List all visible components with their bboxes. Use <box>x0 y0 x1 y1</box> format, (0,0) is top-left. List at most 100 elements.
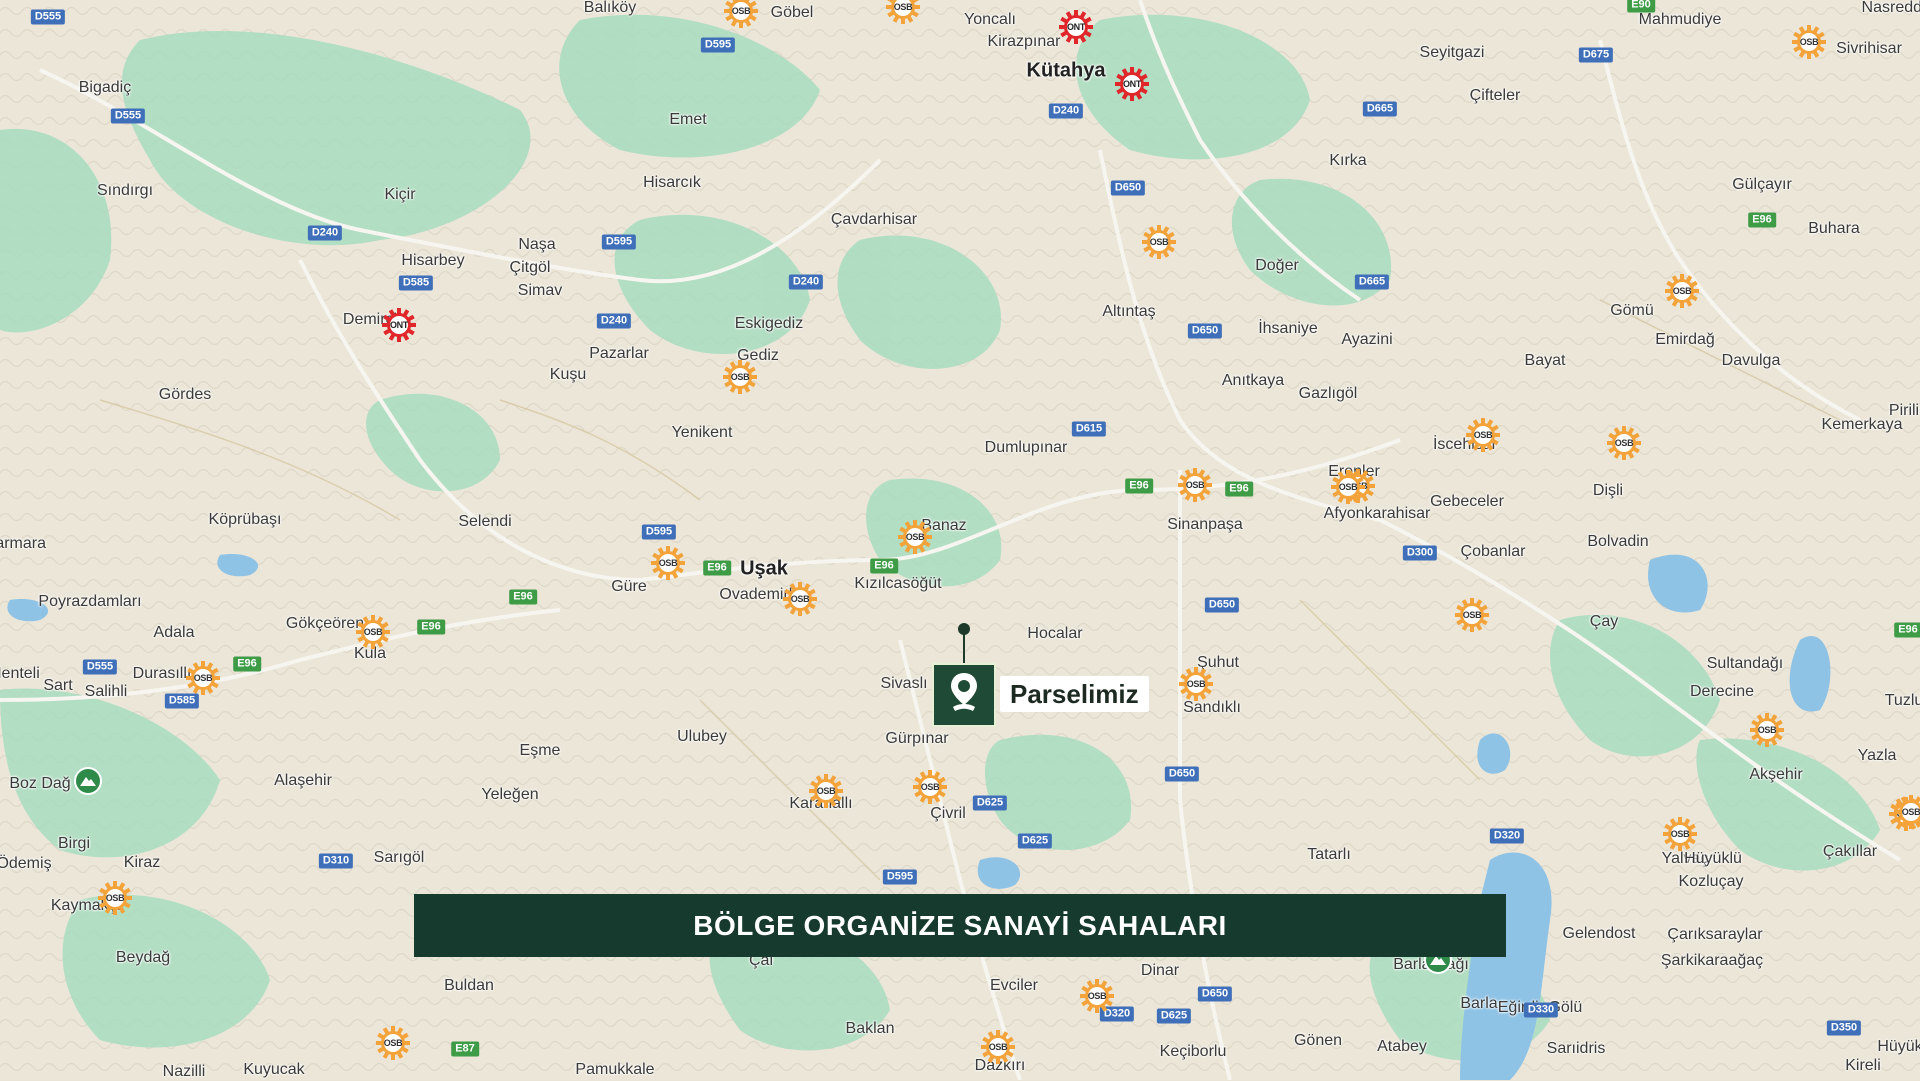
marker-label: ONT <box>389 320 409 330</box>
osb-gear-icon[interactable]: OSB <box>981 1030 1015 1064</box>
road-shield: D585 <box>164 693 200 709</box>
road-shield: D650 <box>1164 766 1200 782</box>
ont-gear-icon[interactable]: ONT <box>1059 10 1093 44</box>
place-label: Kütahya <box>1026 59 1106 82</box>
marker-label: OSB <box>905 532 925 542</box>
place-label: Nazilli <box>162 1063 206 1080</box>
place-label: Kirazpınar <box>987 33 1061 50</box>
marker-label: OSB <box>1149 237 1169 247</box>
place-label: Sivrihisar <box>1836 40 1902 57</box>
place-label: Eskigediz <box>734 315 804 332</box>
marker-label: OSB <box>816 786 836 796</box>
place-label: Buldan <box>444 977 494 994</box>
place-label: Alaşehir <box>274 772 332 789</box>
ont-gear-icon[interactable]: ONT <box>382 308 416 342</box>
osb-gear-icon[interactable]: OSB <box>186 661 220 695</box>
parcel-marker-stem <box>963 630 965 666</box>
road-shield: E96 <box>509 589 537 605</box>
osb-gear-icon[interactable]: OSB <box>913 770 947 804</box>
osb-gear-icon[interactable]: OSB <box>1894 795 1920 829</box>
place-label: Hüyüklü <box>1684 850 1742 867</box>
map-title: BÖLGE ORGANİZE SANAYİ SAHALARI <box>693 909 1227 941</box>
place-label: Marmara <box>0 535 47 552</box>
marker-label: OSB <box>1186 679 1206 689</box>
place-label: Hüyük <box>1877 1038 1920 1055</box>
road-shield: D650 <box>1110 180 1146 196</box>
marker-label: OSB <box>1185 480 1205 490</box>
place-label: Emet <box>669 111 707 128</box>
place-label: Barla <box>1460 995 1498 1012</box>
place-label: Ulubey <box>677 728 727 745</box>
osb-gear-icon[interactable]: OSB <box>651 546 685 580</box>
place-label: Çitgöl <box>509 259 551 276</box>
road-shield: D595 <box>882 869 918 885</box>
osb-gear-icon[interactable]: OSB <box>376 1026 410 1060</box>
osb-gear-icon[interactable]: OSB <box>1792 25 1826 59</box>
osb-gear-icon[interactable]: OSB <box>1750 713 1784 747</box>
place-label: Baklan <box>845 1020 895 1037</box>
place-label: Selendi <box>458 513 512 530</box>
road-shield: D625 <box>1017 833 1053 849</box>
osb-gear-icon[interactable]: OSB <box>1178 468 1212 502</box>
osb-gear-icon[interactable]: OSB <box>98 881 132 915</box>
place-label: Emirdağ <box>1655 331 1715 348</box>
place-label: Derecine <box>1689 683 1755 700</box>
osb-gear-icon[interactable]: OSB <box>1466 418 1500 452</box>
road-shield: D300 <box>1402 545 1438 561</box>
osb-gear-icon[interactable]: OSB <box>724 0 758 28</box>
road-shield: D585 <box>398 275 434 291</box>
ont-gear-icon[interactable]: ONT <box>1115 67 1149 101</box>
road-shield: D555 <box>30 9 66 25</box>
place-label: Menteli <box>0 665 40 682</box>
osb-gear-icon[interactable]: OSB <box>1080 979 1114 1013</box>
place-label: Gürpınar <box>885 730 949 747</box>
osb-gear-icon[interactable]: OSB <box>1663 817 1697 851</box>
osb-gear-icon[interactable]: OSB <box>1331 470 1365 504</box>
place-label: Kuyucak <box>243 1061 305 1078</box>
place-label: Sivaslı <box>880 675 928 692</box>
place-label: Naşa <box>518 236 556 253</box>
osb-gear-icon[interactable]: OSB <box>723 360 757 394</box>
marker-label: OSB <box>1901 807 1920 817</box>
osb-gear-icon[interactable]: OSB <box>1455 598 1489 632</box>
place-label: Bayat <box>1524 352 1566 369</box>
place-label: Pamukkale <box>575 1061 655 1078</box>
osb-gear-icon[interactable]: OSB <box>1665 274 1699 308</box>
road-shield: E96 <box>1125 478 1153 494</box>
place-label: Simav <box>517 282 563 299</box>
place-label: Çarıksaraylar <box>1667 926 1763 943</box>
place-label: Akşehir <box>1749 766 1803 783</box>
road-shield: D595 <box>601 234 637 250</box>
osb-gear-icon[interactable]: OSB <box>356 615 390 649</box>
place-label: Gökçeören <box>285 615 365 632</box>
osb-gear-icon[interactable]: OSB <box>1142 225 1176 259</box>
osb-gear-icon[interactable]: OSB <box>783 582 817 616</box>
marker-label: OSB <box>988 1042 1008 1052</box>
place-label: Beydağ <box>115 949 171 966</box>
marker-label: OSB <box>363 627 383 637</box>
marker-label: OSB <box>731 6 751 16</box>
osb-gear-icon[interactable]: OSB <box>1179 667 1213 701</box>
osb-gear-icon[interactable]: OSB <box>1607 426 1641 460</box>
place-label: Köprübaşı <box>208 511 282 528</box>
place-label: Salihli <box>84 683 128 700</box>
place-label: Mahmudiye <box>1638 11 1722 28</box>
marker-label: OSB <box>1338 482 1358 492</box>
place-label: Güre <box>611 578 647 595</box>
marker-label: OSB <box>1799 37 1819 47</box>
road-shield: E96 <box>233 656 261 672</box>
parcel-label: Parselimiz <box>1000 676 1149 712</box>
place-label: Çakıllar <box>1822 843 1878 860</box>
osb-gear-icon[interactable]: OSB <box>898 520 932 554</box>
osb-gear-icon[interactable]: OSB <box>809 774 843 808</box>
osb-gear-icon[interactable]: OSB <box>886 0 920 24</box>
place-label: Tatarlı <box>1307 846 1351 863</box>
road-shield: E96 <box>1748 212 1776 228</box>
road-shield: D350 <box>1826 1020 1862 1036</box>
parcel-marker[interactable] <box>932 663 996 727</box>
place-label: Gelendost <box>1562 925 1636 942</box>
place-label: Sinanpaşa <box>1167 516 1243 533</box>
place-label: Kiraz <box>123 854 161 871</box>
place-label: Gülçayır <box>1732 176 1792 193</box>
place-label: Göbel <box>770 4 814 21</box>
